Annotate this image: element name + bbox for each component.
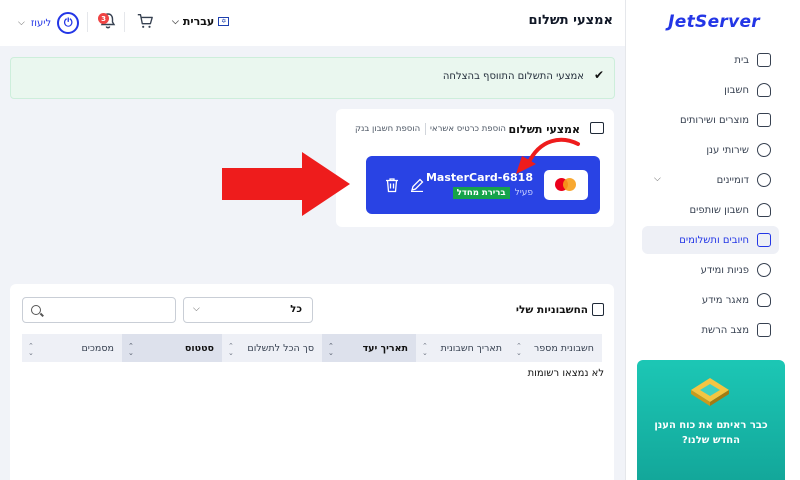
column-header[interactable]: ⌃ ⌄ חשבונית מספר — [510, 334, 602, 362]
billing-icon — [757, 233, 771, 247]
main-content: אמצעי תשלום ✡ עברית ⌵ 3 ⌵ ליעוז ⏻ ✔ אמצע… — [0, 0, 625, 480]
chevron-down-icon: ⌵ — [654, 174, 661, 184]
sidebar: JetServer בית חשבון מוצרים ושירותים שירו… — [625, 0, 800, 480]
sidebar-item-home[interactable]: בית — [642, 46, 779, 74]
filter-value: כל — [290, 304, 302, 315]
document-icon — [592, 303, 604, 316]
language-selector[interactable]: ✡ עברית ⌵ — [172, 15, 230, 28]
monitor-icon — [757, 113, 771, 127]
users-icon — [757, 203, 771, 217]
edit-icon[interactable] — [410, 178, 424, 192]
user-menu[interactable]: ⌵ ליעוז ⏻ — [18, 12, 80, 34]
sidebar-item-account[interactable]: חשבון — [642, 76, 779, 104]
chip-icon — [691, 378, 729, 406]
chevron-down-icon: ⌵ — [172, 16, 179, 27]
promo-text: כבר ראיתם את כוח הענן החדש שלנו? — [654, 420, 768, 446]
cloud-icon — [757, 143, 771, 157]
column-header[interactable]: ⌃ ⌄ תאריך יעד — [322, 334, 416, 362]
trash-icon[interactable] — [385, 177, 399, 193]
notification-badge: 3 — [98, 13, 109, 24]
divider — [87, 12, 88, 32]
cart-icon[interactable] — [136, 12, 154, 30]
sort-icon: ⌃ ⌄ — [128, 342, 134, 357]
column-header[interactable]: ⌃ ⌄ סך הכל לתשלום — [222, 334, 322, 362]
user-name: ליעוז — [30, 17, 52, 29]
home-icon — [757, 53, 771, 67]
empty-state-text: לא נמצאו רשומות — [527, 368, 604, 379]
sidebar-item-knowledgebase[interactable]: מאגר מידע — [642, 286, 779, 314]
alert-message: אמצעי התשלום התווסף בהצלחה — [442, 71, 584, 82]
divider — [124, 12, 125, 32]
sort-icon: ⌃ ⌄ — [422, 342, 428, 357]
sort-icon: ⌃ ⌄ — [328, 342, 334, 357]
sidebar-item-cloud[interactable]: שירותי ענן — [642, 136, 779, 164]
annotation-arrow-icon — [222, 152, 350, 216]
sort-icon: ⌃ ⌄ — [228, 342, 234, 357]
globe-icon — [757, 173, 771, 187]
chevron-down-icon: ⌵ — [18, 18, 25, 28]
top-bar: אמצעי תשלום ✡ עברית ⌵ 3 ⌵ ליעוז ⏻ — [0, 0, 625, 46]
card-status-text: פעיל — [514, 188, 533, 198]
invoices-title: החשבוניות שלי — [515, 304, 588, 316]
check-icon: ✔ — [593, 68, 604, 82]
default-badge: ברירת מחדל — [452, 187, 510, 199]
chevron-down-icon: ⌵ — [193, 304, 200, 314]
sort-icon: ⌃ ⌄ — [516, 342, 522, 357]
sidebar-item-domains[interactable]: ⌵ דומיינים — [642, 166, 779, 194]
invoices-card: החשבוניות שלי כל ⌵ ⌃ ⌄ חשבונית מספר ⌃ ⌄ תא… — [10, 284, 614, 480]
headset-icon — [757, 263, 771, 277]
cloud-promo-banner[interactable]: כבר ראיתם את כוח הענן החדש שלנו? — [637, 360, 785, 480]
annotation-curved-arrow-icon — [516, 137, 580, 174]
page-title: אמצעי תשלום — [528, 13, 614, 28]
chart-icon — [757, 323, 771, 337]
credit-card-icon — [590, 122, 604, 134]
add-bank-account-link[interactable]: הוספת חשבון בנק — [355, 124, 420, 134]
invoice-filter-select[interactable]: כל ⌵ — [183, 297, 313, 323]
power-icon: ⏻ — [57, 12, 80, 34]
language-label: עברית — [182, 15, 215, 28]
column-header[interactable]: ⌃ ⌄ מסמכים — [22, 334, 122, 362]
add-credit-card-link[interactable]: הוספת כרטיס אשראי — [430, 124, 506, 134]
success-alert: ✔ אמצעי התשלום התווסף בהצלחה — [10, 57, 615, 99]
jetserver-logo[interactable]: JetServer — [668, 12, 760, 32]
sidebar-item-support[interactable]: פניות ומידע — [642, 256, 779, 284]
israel-flag-icon: ✡ — [218, 17, 230, 26]
sidebar-item-billing[interactable]: חיובים ותשלומים — [642, 226, 779, 254]
sidebar-item-products[interactable]: מוצרים ושירותים — [642, 106, 779, 134]
divider — [425, 123, 426, 135]
column-header[interactable]: ⌃ ⌄ סטטוס — [122, 334, 222, 362]
sidebar-item-network-status[interactable]: מצב הרשת — [642, 316, 779, 344]
invoices-table-header: ⌃ ⌄ חשבונית מספר ⌃ ⌄ תאריך חשבונית ⌃ ⌄ תארי… — [22, 334, 602, 362]
sidebar-item-partners[interactable]: חשבון שותפים — [642, 196, 779, 224]
lightbulb-icon — [757, 293, 771, 307]
column-header[interactable]: ⌃ ⌄ תאריך חשבונית — [416, 334, 510, 362]
card-status: פעיל ברירת מחדל — [452, 187, 533, 199]
user-icon — [757, 83, 771, 97]
invoice-search-input[interactable] — [22, 297, 176, 323]
search-icon — [31, 305, 41, 315]
sort-icon: ⌃ ⌄ — [28, 342, 34, 357]
